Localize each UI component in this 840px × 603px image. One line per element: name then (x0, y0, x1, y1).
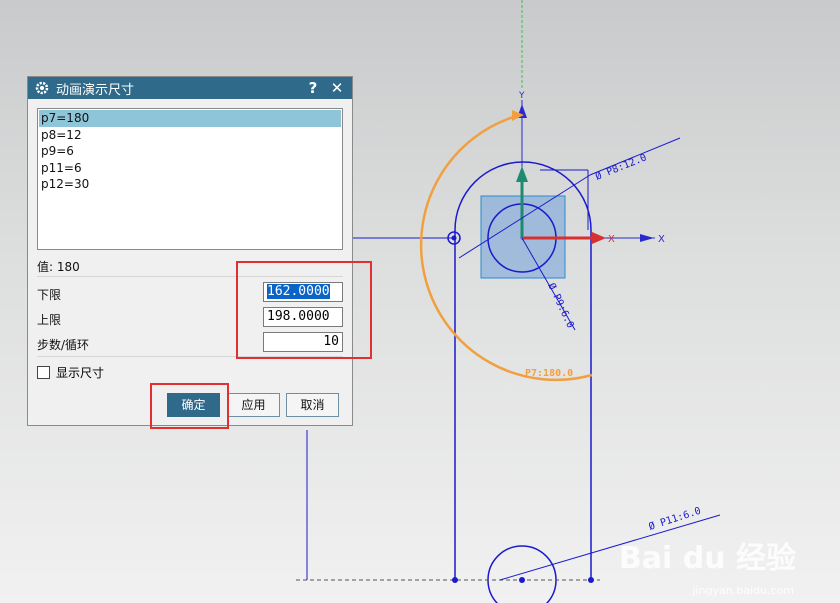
dim-p9-label: Ø P9:6.0 (545, 281, 576, 330)
x-axis-arrowhead (640, 234, 654, 242)
animate-dimension-dialog: 动画演示尺寸 ? ✕ p7=180 p8=12 p9=6 p11=6 p12=3… (27, 76, 353, 426)
show-dimensions-label: 显示尺寸 (56, 366, 105, 380)
list-item[interactable]: p11=6 (39, 160, 341, 177)
close-icon[interactable]: ✕ (328, 79, 346, 97)
value-readout: 值: 180 (37, 260, 80, 274)
steps-label: 步数/循环 (37, 338, 90, 352)
gear-icon (35, 81, 49, 95)
bottom-point-center (519, 577, 525, 583)
red-axis-arrowhead (592, 232, 606, 244)
bottom-circle (487, 545, 557, 603)
show-dimensions-checkbox[interactable]: 显示尺寸 (37, 364, 104, 381)
dim-p8-label: Ø P8:12.0 (594, 151, 649, 182)
help-icon[interactable]: ? (304, 79, 322, 97)
list-item[interactable]: p12=30 (39, 176, 341, 193)
list-item[interactable]: p9=6 (39, 143, 341, 160)
bottom-point-left (452, 577, 458, 583)
dimension-list[interactable]: p7=180 p8=12 p9=6 p11=6 p12=30 (37, 108, 343, 250)
upper-limit-label: 上限 (37, 313, 62, 327)
baidu-watermark-logo: Bai du 经验 (618, 541, 796, 576)
x-axis-label: X (658, 234, 665, 245)
dim-p7-label: P7:180.0 (525, 368, 573, 379)
x-axis-small-label: X (608, 234, 615, 245)
y-axis-label: Y (518, 91, 525, 101)
checkbox-box[interactable] (37, 366, 50, 379)
dialog-title: 动画演示尺寸 (56, 82, 135, 98)
dialog-titlebar[interactable]: 动画演示尺寸 ? ✕ (28, 77, 352, 99)
cancel-button[interactable]: 取消 (286, 393, 339, 417)
pivot-point-inner (451, 235, 457, 241)
baidu-watermark-url: jingyan.baidu.com (692, 584, 794, 597)
lower-limit-label: 下限 (37, 288, 62, 302)
list-item[interactable]: p8=12 (39, 127, 341, 144)
list-item[interactable]: p7=180 (39, 110, 341, 127)
bottom-point-right (588, 577, 594, 583)
highlight-box-fields (236, 261, 372, 359)
highlight-box-ok (150, 383, 229, 429)
apply-button[interactable]: 应用 (227, 393, 280, 417)
green-axis-arrowhead (516, 166, 528, 182)
